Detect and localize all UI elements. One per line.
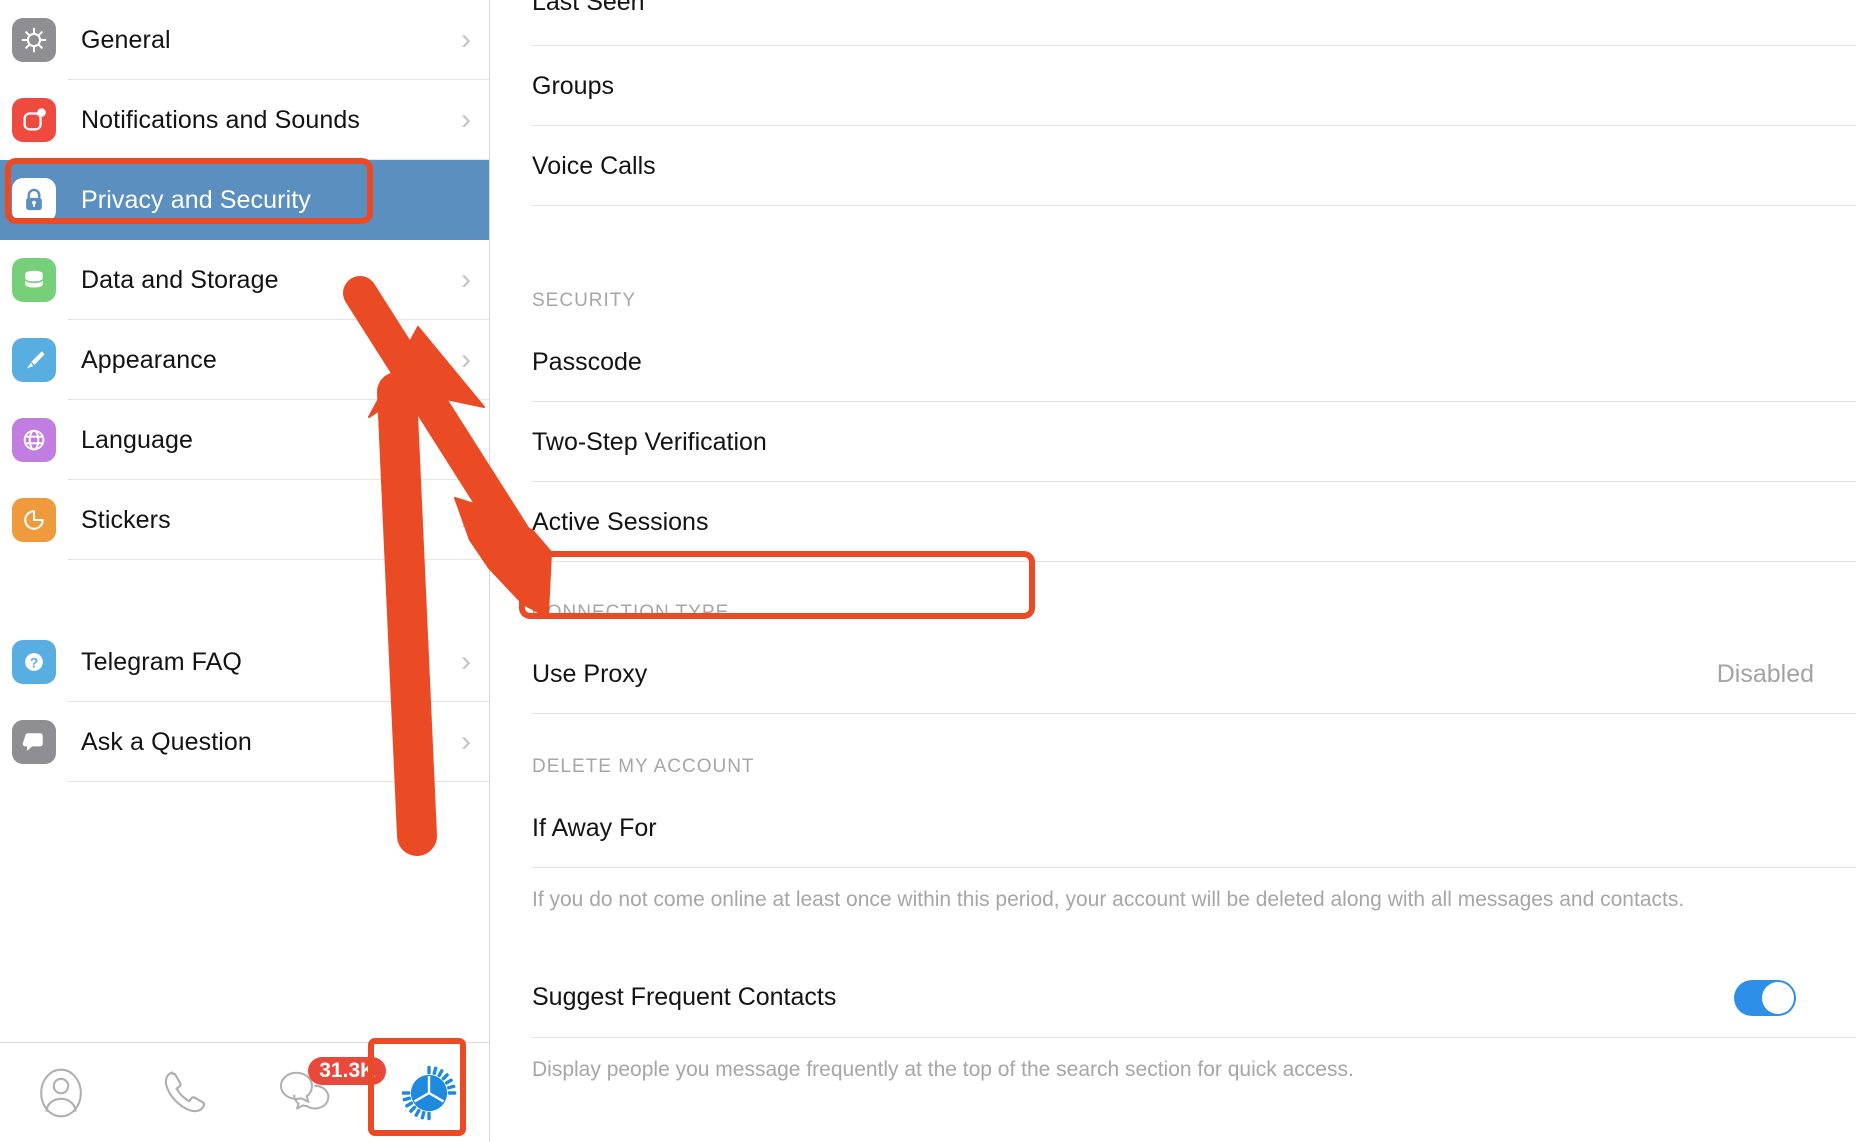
sidebar-item-notifications-and-sounds[interactable]: Notifications and Sounds › <box>0 80 489 160</box>
row-label: Use Proxy <box>532 659 648 688</box>
chevron-right-icon: › <box>461 423 471 456</box>
chevron-right-icon: › <box>461 263 471 296</box>
sidebar-group-gap <box>0 560 489 622</box>
row-label: Passcode <box>532 347 642 376</box>
privacy-and-security-panel: Last Seen Groups Voice Calls SECURITY Pa… <box>490 0 1856 1142</box>
sidebar-list: General › Notifications and Sounds › Pri… <box>0 0 489 782</box>
row-label: Active Sessions <box>532 507 709 536</box>
chat-bubble-icon <box>12 720 56 764</box>
lock-icon <box>12 178 56 222</box>
svg-text:?: ? <box>30 655 39 671</box>
row-if-away-for[interactable]: If Away For <box>490 788 1856 868</box>
row-label: If Away For <box>532 813 657 842</box>
row-passcode[interactable]: Passcode <box>490 322 1856 402</box>
row-suggest-frequent-contacts[interactable]: Suggest Frequent Contacts <box>490 958 1856 1038</box>
sidebar-item-label: Stickers <box>81 505 171 534</box>
sidebar-item-label: Appearance <box>81 345 217 374</box>
chevron-right-icon: › <box>461 725 471 758</box>
calls-tab[interactable] <box>123 1043 246 1142</box>
person-circle-icon <box>33 1065 89 1121</box>
sidebar-item-telegram-faq[interactable]: ? Telegram FAQ › <box>0 622 489 702</box>
contacts-tab[interactable] <box>0 1043 123 1142</box>
phone-handset-icon <box>155 1064 213 1122</box>
row-divider <box>68 781 489 782</box>
suggest-frequent-contacts-toggle[interactable] <box>1734 979 1796 1016</box>
row-label: Last Seen <box>532 0 645 16</box>
sidebar-item-stickers[interactable]: Stickers › <box>0 480 489 560</box>
row-divider <box>532 1036 1856 1038</box>
section-header-connection-type: CONNECTION TYPE <box>532 602 730 623</box>
sidebar-item-privacy-and-security[interactable]: Privacy and Security <box>0 160 489 240</box>
toggle-knob <box>1762 981 1794 1014</box>
row-divider <box>68 559 489 560</box>
sidebar-item-label: General <box>81 25 171 54</box>
chevron-right-icon: › <box>461 343 471 376</box>
sidebar-item-label: Telegram FAQ <box>81 647 242 676</box>
settings-tab[interactable] <box>368 1043 490 1142</box>
sidebar-item-label: Ask a Question <box>81 727 252 756</box>
row-value: Disabled <box>1716 659 1814 688</box>
sidebar-item-label: Privacy and Security <box>81 185 311 214</box>
chevron-right-icon: › <box>461 103 471 136</box>
chats-tab[interactable]: 31.3K <box>245 1043 387 1142</box>
sidebar-item-data-and-storage[interactable]: Data and Storage › <box>0 240 489 320</box>
paintbrush-icon <box>12 338 56 382</box>
row-divider <box>532 561 1856 562</box>
sidebar-item-label: Language <box>81 425 194 454</box>
row-divider <box>532 867 1856 868</box>
settings-window: General › Notifications and Sounds › Pri… <box>0 0 1856 1142</box>
chevron-right-icon: › <box>461 23 471 56</box>
sidebar-item-ask-a-question[interactable]: Ask a Question › <box>0 702 489 782</box>
suggest-frequent-contacts-note: Display people you message frequently at… <box>532 1057 1354 1081</box>
delete-account-note: If you do not come online at least once … <box>532 888 1685 911</box>
sidebar-item-language[interactable]: Language › <box>0 400 489 480</box>
sidebar-item-label: Notifications and Sounds <box>81 105 360 134</box>
sidebar-item-general[interactable]: General › <box>0 0 489 80</box>
row-last-seen[interactable]: Last Seen <box>490 0 1856 46</box>
database-icon <box>12 258 56 302</box>
notification-bell-icon <box>12 98 56 142</box>
row-use-proxy[interactable]: Use Proxy Disabled <box>490 634 1856 714</box>
gear-icon <box>12 18 56 62</box>
row-label: Voice Calls <box>532 151 656 180</box>
chevron-right-icon: › <box>461 645 471 678</box>
settings-sidebar: General › Notifications and Sounds › Pri… <box>0 0 490 1142</box>
row-divider <box>532 713 1856 714</box>
section-header-security: SECURITY <box>532 290 637 311</box>
section-header-delete-my-account: DELETE MY ACCOUNT <box>532 756 755 777</box>
row-voice-calls[interactable]: Voice Calls <box>490 126 1856 206</box>
row-groups[interactable]: Groups <box>490 46 1856 126</box>
settings-gear-icon <box>400 1064 458 1122</box>
row-label: Groups <box>532 71 614 100</box>
bottom-tab-bar: 31.3K <box>0 1038 490 1142</box>
sidebar-item-appearance[interactable]: Appearance › <box>0 320 489 400</box>
row-label: Suggest Frequent Contacts <box>532 983 837 1012</box>
question-mark-icon: ? <box>12 640 56 684</box>
chats-unread-badge: 31.3K <box>308 1056 387 1085</box>
row-divider <box>532 205 1856 206</box>
chevron-right-icon: › <box>461 503 471 536</box>
row-two-step-verification[interactable]: Two-Step Verification <box>490 402 1856 482</box>
globe-icon <box>12 418 56 462</box>
sidebar-item-label: Data and Storage <box>81 265 279 294</box>
row-label: Two-Step Verification <box>532 427 767 456</box>
sticker-icon <box>12 498 56 542</box>
row-active-sessions[interactable]: Active Sessions <box>490 482 1856 562</box>
